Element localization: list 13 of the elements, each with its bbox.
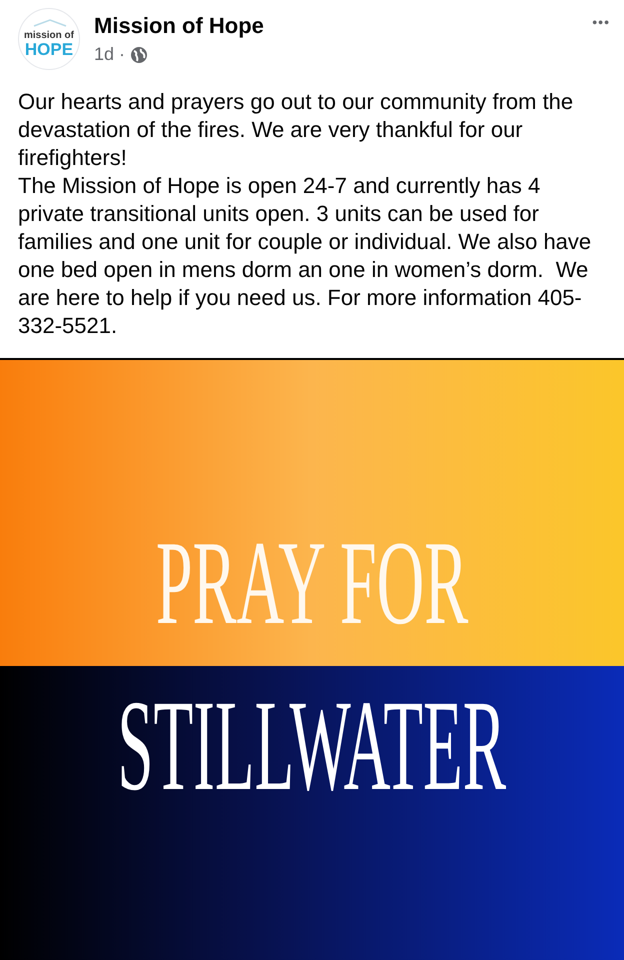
more-options-button[interactable]: ••• xyxy=(592,12,610,33)
banner-text: PRAY FOR xyxy=(156,518,468,648)
separator: · xyxy=(119,43,126,66)
globe-icon xyxy=(130,46,148,64)
author-name[interactable]: Mission of Hope xyxy=(94,11,264,41)
roof-icon xyxy=(33,19,67,27)
post-text: Our hearts and prayers go out to our community from the devastation of the fires. We are very thankful for our firefighters! xyxy=(18,88,574,172)
page-avatar[interactable]: mission of HOPE xyxy=(18,8,80,70)
banner-text: STILLWATER xyxy=(118,676,506,816)
avatar-text: mission of xyxy=(24,30,74,40)
avatar-text: HOPE xyxy=(24,40,74,58)
post-text: The Mission of Hope is open 24-7 and currently has 4 private transitional units open. 3 units can be used for families and one unit for couple or individual. We also have one bed open in mens dorm an one in women’s dorm. We are here to help if you need us. For more information 405-332-5521. xyxy=(18,172,592,340)
post-time[interactable]: 1d xyxy=(94,41,114,68)
